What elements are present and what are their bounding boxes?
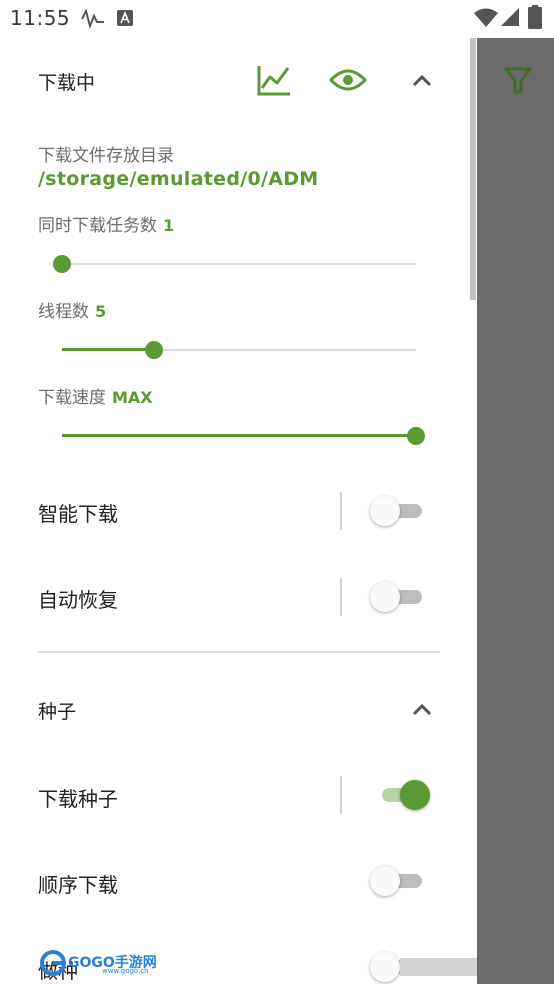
simultaneous-tasks-slider[interactable] bbox=[53, 249, 416, 279]
download-speed-slider[interactable] bbox=[62, 421, 425, 451]
signal-activity-icon bbox=[81, 8, 104, 30]
slider-thumb[interactable] bbox=[407, 427, 425, 445]
section-title-torrent: 种子 bbox=[38, 701, 77, 723]
scrim-overlay[interactable] bbox=[477, 38, 554, 984]
watermark-subtext: www.gogo.cn bbox=[102, 967, 149, 975]
threads-label: 线程数 5 bbox=[38, 302, 107, 322]
cell-signal-icon bbox=[501, 8, 519, 26]
download-torrent-toggle[interactable] bbox=[370, 778, 430, 812]
divider bbox=[340, 578, 342, 616]
settings-drawer: 下载中 下载文件存放目录 /storage/emulated/0/ADM 同时下… bbox=[0, 38, 477, 984]
sequential-download-label: 顺序下载 bbox=[38, 873, 118, 897]
download-speed-value: MAX bbox=[112, 388, 153, 407]
section-divider bbox=[38, 651, 440, 653]
chevron-up-icon[interactable] bbox=[402, 689, 442, 729]
watermark-g-icon bbox=[40, 950, 66, 976]
status-bar: 11:55 bbox=[0, 0, 554, 38]
download-speed-label: 下载速度 MAX bbox=[38, 388, 153, 408]
sequential-download-toggle[interactable] bbox=[370, 864, 426, 898]
download-dir-label: 下载文件存放目录 bbox=[38, 146, 174, 166]
auto-resume-toggle[interactable] bbox=[370, 580, 426, 614]
threads-value: 5 bbox=[95, 302, 107, 321]
chart-icon[interactable] bbox=[254, 60, 294, 100]
download-torrent-label: 下载种子 bbox=[38, 787, 118, 811]
slider-thumb[interactable] bbox=[145, 341, 164, 359]
divider bbox=[340, 776, 342, 814]
divider bbox=[340, 492, 342, 530]
smart-download-toggle[interactable] bbox=[370, 494, 426, 528]
battery-icon bbox=[528, 5, 542, 29]
scrollbar[interactable] bbox=[470, 38, 476, 300]
a-badge-icon bbox=[117, 10, 133, 26]
eye-icon[interactable] bbox=[328, 60, 368, 100]
filter-icon[interactable] bbox=[498, 60, 538, 100]
section-title-downloading: 下载中 bbox=[38, 72, 96, 94]
simultaneous-tasks-value: 1 bbox=[163, 216, 175, 235]
simultaneous-tasks-label: 同时下载任务数 1 bbox=[38, 216, 175, 236]
chevron-up-icon[interactable] bbox=[402, 60, 442, 100]
slider-thumb[interactable] bbox=[53, 255, 71, 273]
smart-download-label: 智能下载 bbox=[38, 502, 118, 526]
wifi-icon bbox=[474, 8, 498, 27]
threads-slider[interactable] bbox=[62, 335, 416, 365]
status-time: 11:55 bbox=[10, 6, 71, 30]
download-dir-path[interactable]: /storage/emulated/0/ADM bbox=[38, 168, 319, 190]
auto-resume-label: 自动恢复 bbox=[38, 588, 118, 612]
blurred-area bbox=[400, 958, 477, 976]
